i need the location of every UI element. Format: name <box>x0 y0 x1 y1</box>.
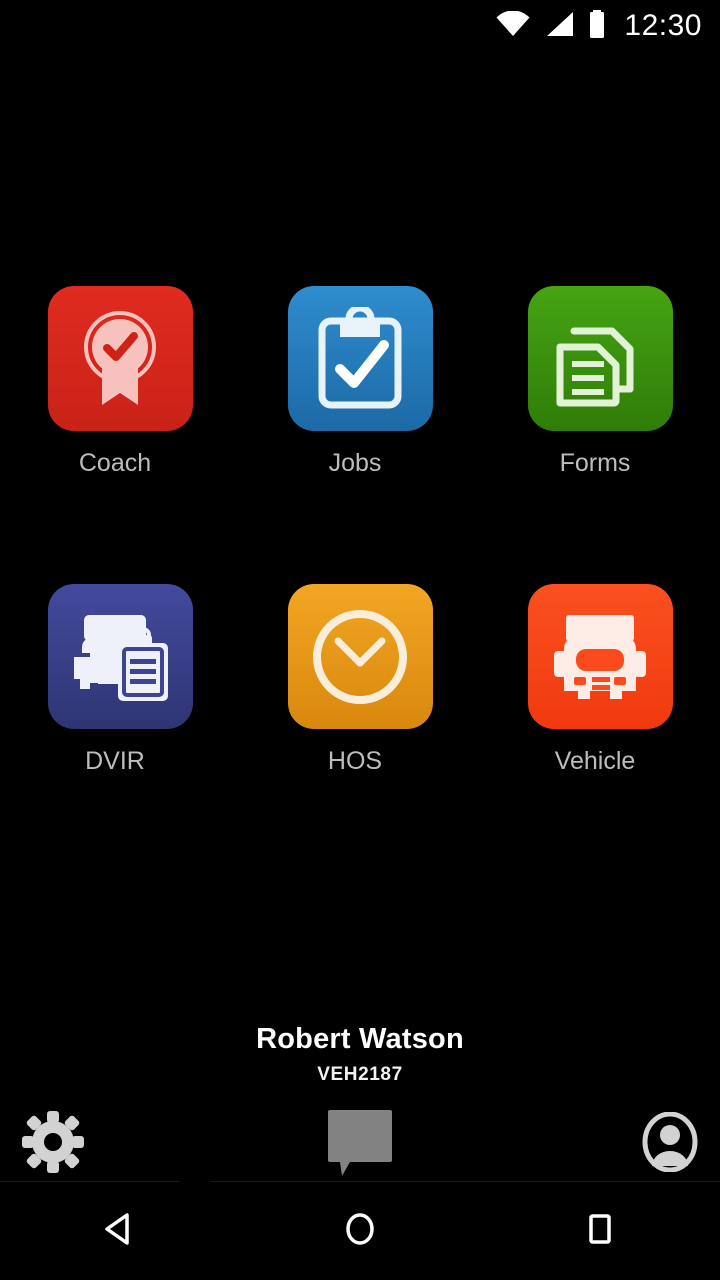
app-tile-dvir[interactable] <box>47 584 193 729</box>
app-label-coach: Coach <box>78 449 152 477</box>
app-tile-coach[interactable] <box>47 286 193 431</box>
documents-icon <box>550 309 650 409</box>
app-cell-hos[interactable]: HOS <box>287 584 433 775</box>
clock-icon <box>308 605 412 709</box>
truck-clipboard-icon <box>68 607 172 707</box>
app-cell-dvir[interactable]: DVIR <box>47 584 193 775</box>
app-tile-forms[interactable] <box>527 286 673 431</box>
speech-bubble-icon[interactable] <box>320 1106 400 1183</box>
nav-recents-button[interactable] <box>540 1182 660 1280</box>
settings-button[interactable] <box>0 1110 247 1178</box>
gear-icon[interactable] <box>22 1110 84 1178</box>
wifi-icon <box>496 10 530 42</box>
profile-button[interactable] <box>473 1111 720 1177</box>
app-home-screen: 12:30 Coach Jobs Forms DVIR HOS Vehicle … <box>0 0 720 1280</box>
app-tile-vehicle[interactable] <box>527 584 673 729</box>
status-bar: 12:30 <box>0 0 720 52</box>
driver-name: Robert Watson <box>256 1023 464 1055</box>
app-grid: Coach Jobs Forms DVIR HOS Vehicle <box>0 286 720 774</box>
app-cell-forms[interactable]: Forms <box>527 286 673 477</box>
app-label-jobs: Jobs <box>328 449 382 477</box>
cellular-signal-icon <box>544 11 574 42</box>
app-label-vehicle: Vehicle <box>554 747 636 775</box>
vehicle-id: VEH2187 <box>317 1063 403 1085</box>
user-info: Robert Watson VEH2187 <box>0 1023 720 1086</box>
home-circle-icon[interactable] <box>340 1209 380 1254</box>
app-tile-jobs[interactable] <box>287 286 433 431</box>
back-triangle-icon[interactable] <box>100 1209 140 1254</box>
clipboard-check-icon <box>312 306 408 411</box>
battery-icon <box>588 9 606 43</box>
app-cell-jobs[interactable]: Jobs <box>287 286 433 477</box>
android-nav-bar <box>0 1182 720 1280</box>
messages-button[interactable] <box>247 1106 472 1183</box>
bottom-app-bar <box>0 1106 720 1182</box>
app-cell-coach[interactable]: Coach <box>47 286 193 477</box>
app-label-hos: HOS <box>327 747 383 775</box>
recents-square-icon[interactable] <box>580 1209 620 1254</box>
app-tile-hos[interactable] <box>287 584 433 729</box>
status-bar-clock: 12:30 <box>624 9 702 42</box>
nav-home-button[interactable] <box>300 1182 420 1280</box>
status-bar-icons <box>496 9 606 43</box>
user-avatar-icon[interactable] <box>642 1111 698 1177</box>
truck-front-icon <box>550 607 650 707</box>
app-cell-vehicle[interactable]: Vehicle <box>527 584 673 775</box>
award-badge-icon <box>70 305 170 413</box>
nav-back-button[interactable] <box>60 1182 180 1280</box>
app-label-dvir: DVIR <box>85 747 145 775</box>
app-label-forms: Forms <box>559 449 631 477</box>
